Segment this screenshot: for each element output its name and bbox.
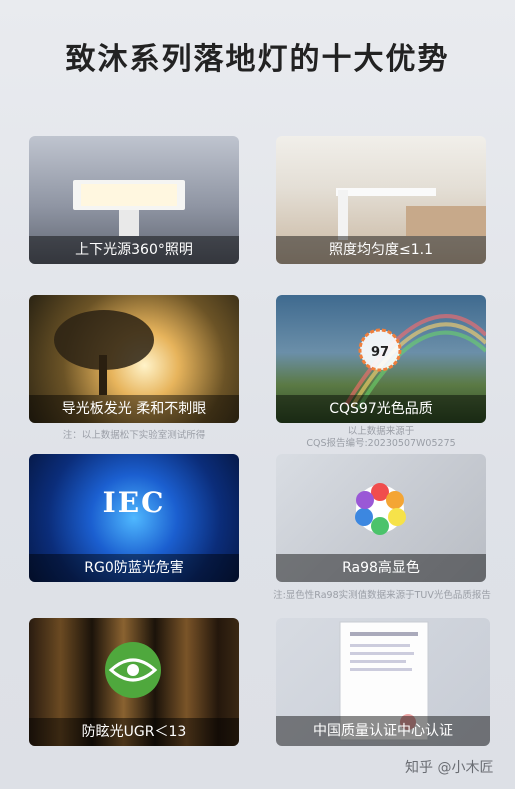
feature-caption: 照度均匀度≤1.1 [276,236,486,264]
feature-caption: 导光板发光 柔和不刺眼 [29,395,239,423]
feature-caption: CQS97光色品质 [276,395,486,423]
footnote: 注：以上数据松下实验室测试所得 [62,430,206,441]
feature-caption: Ra98高显色 [276,554,486,582]
feature-card-rg0: IEC RG0防蓝光危害 [29,454,239,582]
feature-caption: RG0防蓝光危害 [29,554,239,582]
feature-card-soft-light: 导光板发光 柔和不刺眼 [29,295,239,423]
iec-logo: IEC [102,486,166,519]
feature-caption: 上下光源360°照明 [29,236,239,264]
cqs-score-badge: 97 [371,345,389,360]
feature-card-360-light: 上下光源360°照明 [29,136,239,264]
feature-card-cqs: 97 CQS97光色品质 [276,295,486,423]
feature-card-ugr: 防眩光UGR＜13 [29,618,239,746]
feature-caption: 防眩光UGR＜13 [29,718,239,746]
page-title: 致沐系列落地灯的十大优势 [65,42,450,77]
footnote-line2: CQS报告编号:20230507W05275 [306,438,456,449]
feature-caption: 中国质量认证中心认证 [276,716,490,746]
feature-card-certification: 中国质量认证中心认证 [276,618,490,746]
footnote-line1: 以上数据来源于 [347,426,415,437]
watermark: 知乎 @小木匠 [405,760,494,776]
feature-card-uniformity: 照度均匀度≤1.1 [276,136,486,264]
footnote: 注:显色性Ra98实测值数据来源于TUV光色品质报告 [273,590,491,601]
feature-card-ra98: Ra98高显色 [276,454,486,582]
